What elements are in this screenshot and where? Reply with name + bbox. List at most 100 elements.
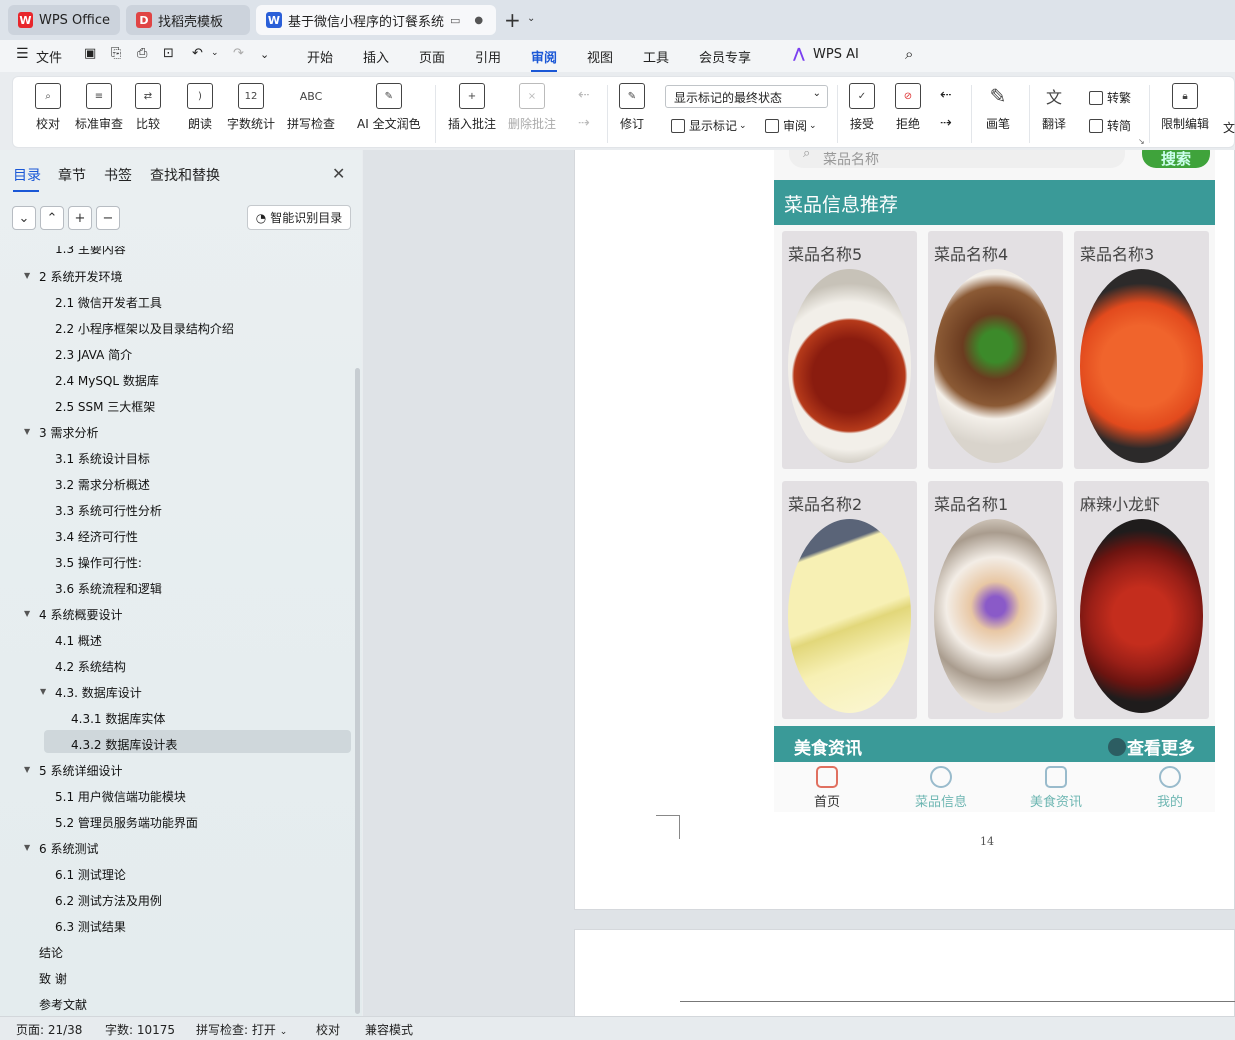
toc-item[interactable]: 参考文献 — [39, 996, 87, 1013]
toc-collapse-arrow-icon[interactable]: ▼ — [24, 765, 30, 774]
status-word-count[interactable]: 字数: 10175 — [105, 1021, 175, 1038]
toc-item[interactable]: 2.3 JAVA 简介 — [55, 346, 132, 363]
toc-collapse-arrow-icon[interactable]: ▼ — [40, 687, 46, 696]
toc-collapse-arrow-icon[interactable]: ▼ — [24, 427, 30, 436]
next-comment-icon[interactable]: ⇢ — [578, 115, 590, 131]
toc-item[interactable]: 4.3.1 数据库实体 — [71, 710, 165, 727]
smart-toc-button[interactable]: ◔ 智能识别目录 — [247, 205, 351, 230]
menu-file[interactable]: 文件 — [36, 47, 62, 66]
print-icon[interactable]: ⎙ — [137, 46, 147, 61]
to-traditional-button[interactable]: 转繁 — [1089, 89, 1131, 106]
menu-insert[interactable]: 插入 — [363, 47, 389, 66]
toc-item[interactable]: 结论 — [39, 944, 63, 961]
ai-polish-button[interactable]: ✎ AI 全文润色 — [357, 83, 421, 132]
spell-check-button[interactable]: ABC 拼写检查 — [287, 83, 335, 132]
toc-item[interactable]: 2.4 MySQL 数据库 — [55, 372, 159, 389]
standard-review-button[interactable]: ≡ 标准审查 — [75, 83, 123, 132]
panel-tab-toc[interactable]: 目录 — [13, 165, 41, 192]
toc-item[interactable]: 3.6 系统流程和逻辑 — [55, 580, 162, 597]
toc-collapse-arrow-icon[interactable]: ▼ — [24, 271, 30, 280]
toc-item[interactable]: 2.2 小程序框架以及目录结构介绍 — [55, 320, 234, 337]
tab-wps-office[interactable]: W WPS Office — [8, 5, 120, 35]
pen-button[interactable]: ✎ 画笔 — [985, 83, 1011, 132]
more-chevron-icon[interactable]: ⌄ — [260, 48, 269, 61]
next-change-icon[interactable]: ⇢ — [940, 115, 952, 131]
toc-item[interactable]: 6 系统测试 — [39, 840, 98, 857]
search-icon[interactable]: ⌕ — [905, 45, 913, 63]
tab-daoke-templates[interactable]: D 找稻壳模板 — [126, 5, 250, 35]
add-heading-button[interactable]: + — [68, 206, 92, 230]
hamburger-icon[interactable]: ☰ — [16, 46, 29, 62]
proofread-button[interactable]: ⌕ 校对 — [35, 83, 61, 132]
menu-review[interactable]: 审阅 — [531, 47, 558, 72]
menu-home[interactable]: 开始 — [307, 47, 333, 66]
toc-collapse-arrow-icon[interactable]: ▼ — [24, 843, 30, 852]
toc-item[interactable]: 3.3 系统可行性分析 — [55, 502, 162, 519]
menu-member[interactable]: 会员专享 — [699, 47, 751, 66]
translate-button[interactable]: 文翻译 — [1041, 83, 1067, 132]
toc-item[interactable]: 1.3 主要内容 — [55, 246, 126, 257]
tab-list-chevron-icon[interactable]: ⌄ — [527, 13, 535, 24]
toc-collapse-arrow-icon[interactable]: ▼ — [24, 609, 30, 618]
close-panel-icon[interactable]: ✕ — [332, 164, 345, 183]
track-changes-button[interactable]: ✎ 修订 — [619, 83, 645, 132]
toc-item[interactable]: 4 系统概要设计 — [39, 606, 122, 623]
toc-item[interactable]: 5 系统详细设计 — [39, 762, 122, 779]
panel-tab-sections[interactable]: 章节 — [58, 165, 86, 185]
toc-item[interactable]: 6.1 测试理论 — [55, 866, 126, 883]
toc-item[interactable]: 2.5 SSM 三大框架 — [55, 398, 155, 415]
menu-reference[interactable]: 引用 — [475, 47, 501, 66]
delete-comment-button[interactable]: × 删除批注 — [508, 83, 556, 132]
tab-document[interactable]: W 基于微信小程序的订餐系统设 ▭ ● — [256, 5, 496, 35]
toc-item[interactable]: 3.2 需求分析概述 — [55, 476, 150, 493]
previous-change-icon[interactable]: ⇠ — [940, 87, 952, 103]
toc-item[interactable]: 6.3 测试结果 — [55, 918, 126, 935]
status-proofread[interactable]: 校对 — [316, 1021, 340, 1038]
collapse-all-button[interactable]: ⌃ — [40, 206, 64, 230]
toc-item[interactable]: 6.2 测试方法及用例 — [55, 892, 162, 909]
toc-item[interactable]: 4.3. 数据库设计 — [55, 684, 142, 701]
review-pane-button[interactable]: 审阅 ⌄ — [765, 117, 817, 134]
previous-comment-icon[interactable]: ⇠ — [578, 87, 590, 103]
toc-item[interactable]: 2.1 微信开发者工具 — [55, 294, 162, 311]
menu-view[interactable]: 视图 — [587, 47, 613, 66]
toc-item[interactable]: 4.1 概述 — [55, 632, 102, 649]
remove-heading-button[interactable]: − — [96, 206, 120, 230]
menu-tools[interactable]: 工具 — [643, 47, 669, 66]
toc-item[interactable]: 3.4 经济可行性 — [55, 528, 138, 545]
markup-state-select[interactable]: 显示标记的最终状态 ⌄ — [665, 85, 828, 108]
toc-item[interactable]: 5.1 用户微信端功能模块 — [55, 788, 186, 805]
toc-item[interactable]: 3.5 操作可行性: — [55, 554, 142, 571]
status-page[interactable]: 页面: 21/38 — [16, 1021, 82, 1038]
show-markup-button[interactable]: 显示标记 ⌄ — [671, 117, 747, 134]
unsaved-dot-icon[interactable]: ● — [474, 15, 483, 26]
undo-icon[interactable]: ↶ — [192, 46, 203, 61]
toc-item[interactable]: 2 系统开发环境 — [39, 268, 122, 285]
compare-button[interactable]: ⇄ 比较 — [135, 83, 161, 132]
expand-all-button[interactable]: ⌄ — [12, 206, 36, 230]
monitor-icon[interactable]: ▭ — [450, 14, 460, 27]
restrict-edit-button[interactable]: 🔒︎ 限制编辑 — [1161, 83, 1209, 132]
toc-item[interactable]: 4.3.2 数据库设计表 — [71, 736, 177, 753]
accept-button[interactable]: ✓ 接受 — [849, 83, 875, 132]
menu-page[interactable]: 页面 — [419, 47, 445, 66]
toc-item[interactable]: 5.2 管理员服务端功能界面 — [55, 814, 198, 831]
insert-comment-button[interactable]: + 插入批注 — [448, 83, 496, 132]
print-preview-icon[interactable]: ⊡ — [163, 46, 174, 61]
save-icon[interactable]: ▣ — [84, 46, 96, 61]
new-tab-plus-icon[interactable]: + — [504, 8, 521, 32]
menu-wps-ai[interactable]: WPS AI — [813, 47, 859, 62]
toc-item[interactable]: 3 需求分析 — [39, 424, 98, 441]
truncated-ribbon-label[interactable]: 文 — [1223, 119, 1235, 136]
panel-tab-find-replace[interactable]: 查找和替换 — [150, 165, 220, 185]
panel-scrollbar[interactable] — [355, 368, 360, 1014]
export-icon[interactable]: ⎘ — [111, 46, 121, 61]
panel-tab-bookmarks[interactable]: 书签 — [104, 165, 132, 185]
toc-item[interactable]: 3.1 系统设计目标 — [55, 450, 150, 467]
reject-button[interactable]: ⊘ 拒绝 — [895, 83, 921, 132]
undo-chevron-icon[interactable]: ⌄ — [211, 48, 219, 58]
toc-item[interactable]: 致 谢 — [39, 970, 67, 987]
redo-icon[interactable]: ↷ — [233, 46, 244, 61]
status-spell-check[interactable]: 拼写检查: 打开 ⌄ — [196, 1021, 287, 1038]
word-count-button[interactable]: 12 字数统计 — [227, 83, 275, 132]
